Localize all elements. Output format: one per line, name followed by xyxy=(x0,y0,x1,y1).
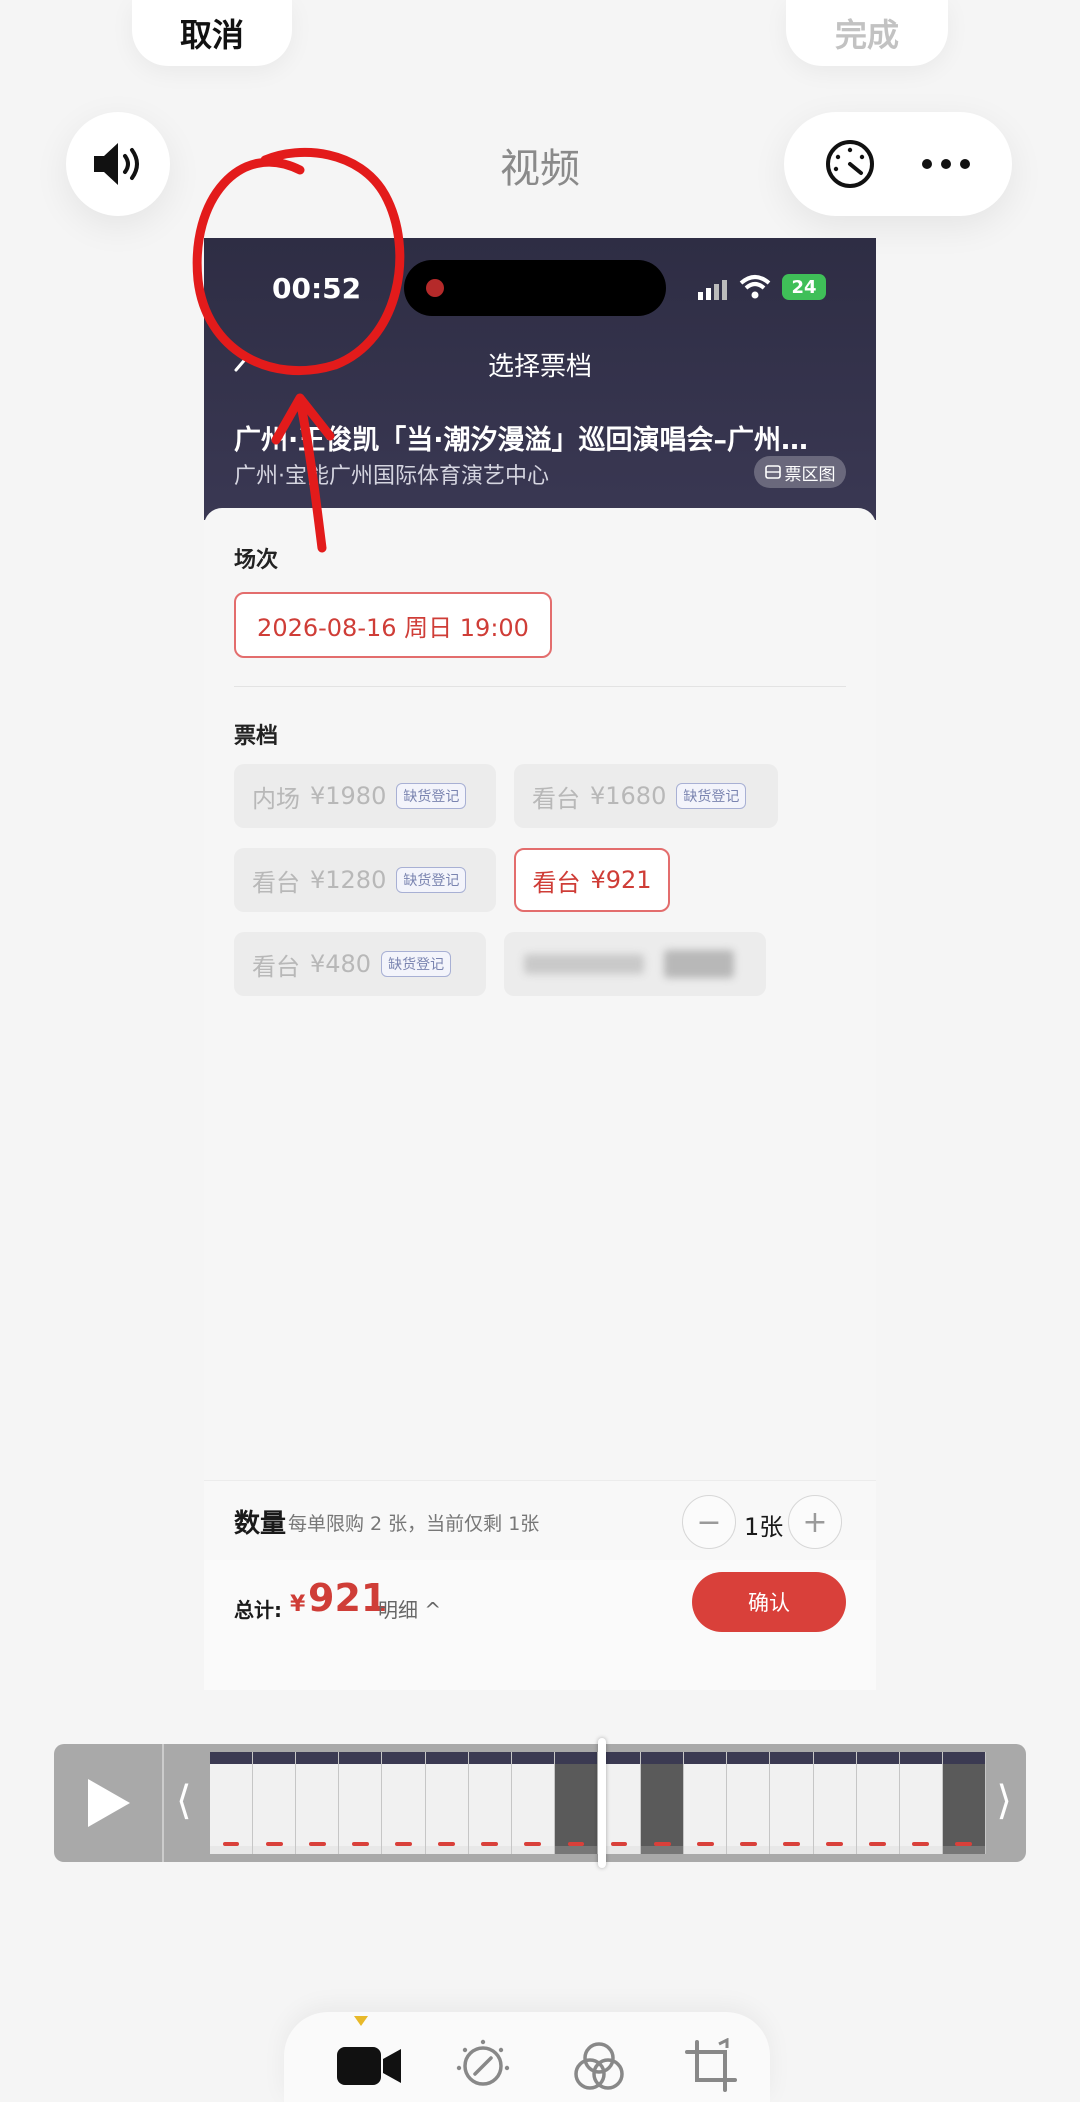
quantity-minus-button[interactable]: − xyxy=(682,1495,736,1549)
session-label: 场次 xyxy=(234,548,279,573)
recording-dot-icon xyxy=(426,279,444,297)
seat-map-button[interactable]: 票区图 xyxy=(754,456,846,488)
seat-map-label: 票区图 xyxy=(784,464,836,485)
venue-text: 广州·宝能广州国际体育演艺中心 xyxy=(234,464,549,489)
editor-actions xyxy=(784,112,1012,216)
restock-badge: 缺货登记 xyxy=(396,783,467,809)
quantity-bar: 数量 每单限购 2 张，当前仅剩 1张 − 1张 + xyxy=(204,1480,876,1560)
restock-badge: 缺货登记 xyxy=(676,783,747,809)
blurred-content xyxy=(524,954,644,974)
filters-icon xyxy=(574,2042,624,2090)
divider xyxy=(234,686,846,687)
tier-price: ¥1280 xyxy=(310,866,387,894)
play-icon xyxy=(88,1779,130,1827)
restock-badge: 缺货登记 xyxy=(396,867,467,893)
total-amount: 921 xyxy=(308,1576,388,1620)
frame-thumb xyxy=(296,1752,340,1854)
tier-name: 看台 xyxy=(532,868,581,897)
done-button[interactable]: 完成 xyxy=(786,0,948,66)
video-camera-icon xyxy=(337,2047,401,2085)
more-icon[interactable] xyxy=(919,154,973,174)
map-icon xyxy=(764,465,781,479)
video-tool-button[interactable] xyxy=(334,2038,404,2094)
tier-option[interactable]: 看台 ¥1280 缺货登记 xyxy=(234,848,496,912)
volume-button[interactable] xyxy=(66,112,170,216)
frame-thumb xyxy=(684,1752,728,1854)
frame-thumb xyxy=(813,1752,857,1854)
confirm-button[interactable]: 确认 xyxy=(692,1572,846,1632)
frame-thumb xyxy=(382,1752,426,1854)
frame-thumb xyxy=(641,1752,685,1854)
frame-thumb xyxy=(253,1752,297,1854)
frame-thumb xyxy=(856,1752,900,1854)
quantity-note: 每单限购 2 张，当前仅剩 1张 xyxy=(288,1513,540,1535)
wifi-icon xyxy=(739,275,771,299)
trim-handle-right[interactable]: ⟩ xyxy=(996,1778,1012,1824)
video-timeline[interactable]: ⟨ ⟩ xyxy=(54,1738,1026,1868)
dynamic-island xyxy=(404,260,666,316)
total-bar: 总计: ¥ 921 明细 ^ 确认 xyxy=(204,1560,876,1690)
tier-label: 票档 xyxy=(234,724,279,749)
restock-badge: 缺货登记 xyxy=(381,951,452,977)
tier-option-selected[interactable]: 看台 ¥921 xyxy=(514,848,670,912)
tier-price: ¥1980 xyxy=(310,782,387,810)
tier-name: 看台 xyxy=(252,952,300,981)
blurred-content xyxy=(664,950,734,978)
detail-toggle[interactable]: 明细 ^ xyxy=(378,1594,441,1623)
play-button[interactable] xyxy=(54,1744,164,1862)
tier-price: ¥480 xyxy=(310,950,372,978)
quantity-label: 数量 xyxy=(234,1509,287,1539)
signal-icon xyxy=(698,280,727,300)
tier-option[interactable]: 内场 ¥1980 缺货登记 xyxy=(234,764,496,828)
tier-option[interactable]: 看台 ¥1680 缺货登记 xyxy=(514,764,778,828)
crop-tool-button[interactable] xyxy=(676,2038,746,2094)
tier-option[interactable]: 看台 ¥480 缺货登记 xyxy=(234,932,486,996)
status-time: 00:52 xyxy=(272,272,362,305)
battery-indicator: 24 xyxy=(782,274,826,300)
phone-header: 00:52 24 选择票档 广州·王俊凯「当·潮汐漫溢」巡回演唱会–广州… 广州… xyxy=(204,238,876,520)
frame-thumb xyxy=(770,1752,814,1854)
frame-thumb xyxy=(899,1752,943,1854)
video-preview: 00:52 24 选择票档 广州·王俊凯「当·潮汐漫溢」巡回演唱会–广州… 广州… xyxy=(204,238,876,1690)
frame-thumb xyxy=(339,1752,383,1854)
cancel-button[interactable]: 取消 xyxy=(132,0,292,66)
filters-tool-button[interactable] xyxy=(564,2038,634,2094)
tier-name: 看台 xyxy=(252,868,300,897)
quantity-value: 1张 xyxy=(744,1513,784,1541)
nav-title: 选择票档 xyxy=(487,352,592,382)
quantity-plus-button[interactable]: + xyxy=(788,1495,842,1549)
adjust-icon xyxy=(456,2039,510,2086)
session-chip[interactable]: 2026-08-16 周日 19:00 xyxy=(234,592,552,658)
total-label: 总计: xyxy=(234,1598,282,1622)
tier-price: ¥921 xyxy=(590,866,652,894)
tier-name: 内场 xyxy=(252,784,300,813)
crop-icon xyxy=(685,2038,737,2092)
total-currency: ¥ xyxy=(290,1592,306,1617)
frame-thumb xyxy=(425,1752,469,1854)
selected-tool-marker xyxy=(354,2016,368,2026)
tier-price: ¥1680 xyxy=(590,782,667,810)
back-arrow-icon[interactable] xyxy=(230,346,260,376)
frame-thumb xyxy=(468,1752,512,1854)
event-title: 广州·王俊凯「当·潮汐漫溢」巡回演唱会–广州… xyxy=(234,425,809,456)
frame-thumb xyxy=(511,1752,555,1854)
volume-icon xyxy=(94,143,139,185)
tier-name: 看台 xyxy=(532,784,580,813)
adjust-tool-button[interactable] xyxy=(448,2038,518,2094)
frame-thumb xyxy=(210,1752,254,1854)
trim-handle-left[interactable]: ⟨ xyxy=(176,1778,192,1824)
tier-option-blurred[interactable] xyxy=(504,932,766,996)
frame-thumb xyxy=(554,1752,598,1854)
frame-thumb xyxy=(727,1752,771,1854)
playhead[interactable] xyxy=(598,1738,606,1868)
speedometer-icon[interactable] xyxy=(823,137,877,191)
editor-title: 视频 xyxy=(500,146,580,192)
frame-thumb xyxy=(942,1752,986,1854)
